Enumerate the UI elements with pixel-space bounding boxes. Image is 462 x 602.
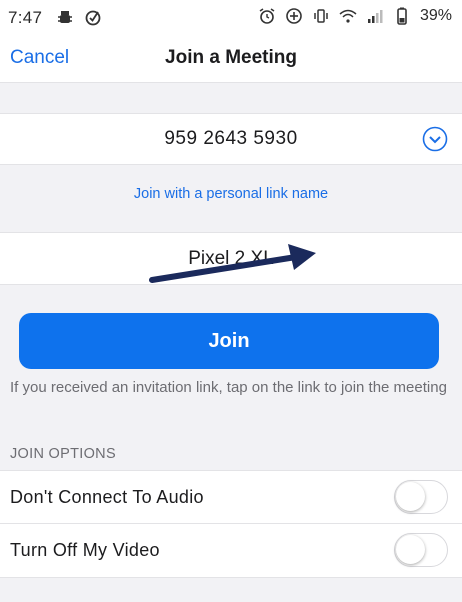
personal-link-button[interactable]: Join with a personal link name bbox=[0, 186, 462, 202]
option-label: Turn Off My Video bbox=[10, 540, 160, 560]
join-options-heading: JOIN OPTIONS bbox=[10, 446, 116, 462]
option-label: Don't Connect To Audio bbox=[10, 487, 204, 507]
notification-bug-icon bbox=[58, 11, 72, 23]
annotation-arrow-icon bbox=[149, 244, 316, 283]
option-dont-connect-audio: Don't Connect To Audio bbox=[0, 470, 462, 524]
toggle-knob bbox=[396, 535, 425, 564]
status-time: 7:47 bbox=[8, 8, 43, 27]
data-saver-icon bbox=[286, 8, 302, 24]
dont-connect-audio-toggle[interactable] bbox=[394, 480, 448, 514]
toggle-knob bbox=[396, 482, 425, 511]
navigation-bar: Cancel Join a Meeting bbox=[0, 36, 462, 83]
meeting-id-value[interactable]: 959 2643 5930 bbox=[0, 128, 462, 150]
alarm-icon bbox=[259, 8, 275, 24]
battery-icon bbox=[397, 7, 407, 25]
vibrate-icon bbox=[314, 9, 328, 23]
page-title: Join a Meeting bbox=[165, 47, 297, 68]
status-bar: 7:47 39% bbox=[0, 0, 462, 36]
meeting-id-field[interactable]: 959 2643 5930 bbox=[0, 113, 462, 165]
invitation-hint: If you received an invitation link, tap … bbox=[10, 379, 447, 396]
battery-percent: 39% bbox=[419, 7, 452, 24]
signal-icon bbox=[367, 10, 383, 23]
wifi-icon bbox=[339, 9, 357, 23]
check-badge-icon bbox=[85, 10, 101, 26]
chevron-down-circle-icon[interactable] bbox=[422, 126, 448, 152]
option-turn-off-video: Turn Off My Video bbox=[0, 524, 462, 578]
turn-off-video-toggle[interactable] bbox=[394, 533, 448, 567]
join-button[interactable]: Join bbox=[19, 313, 439, 369]
